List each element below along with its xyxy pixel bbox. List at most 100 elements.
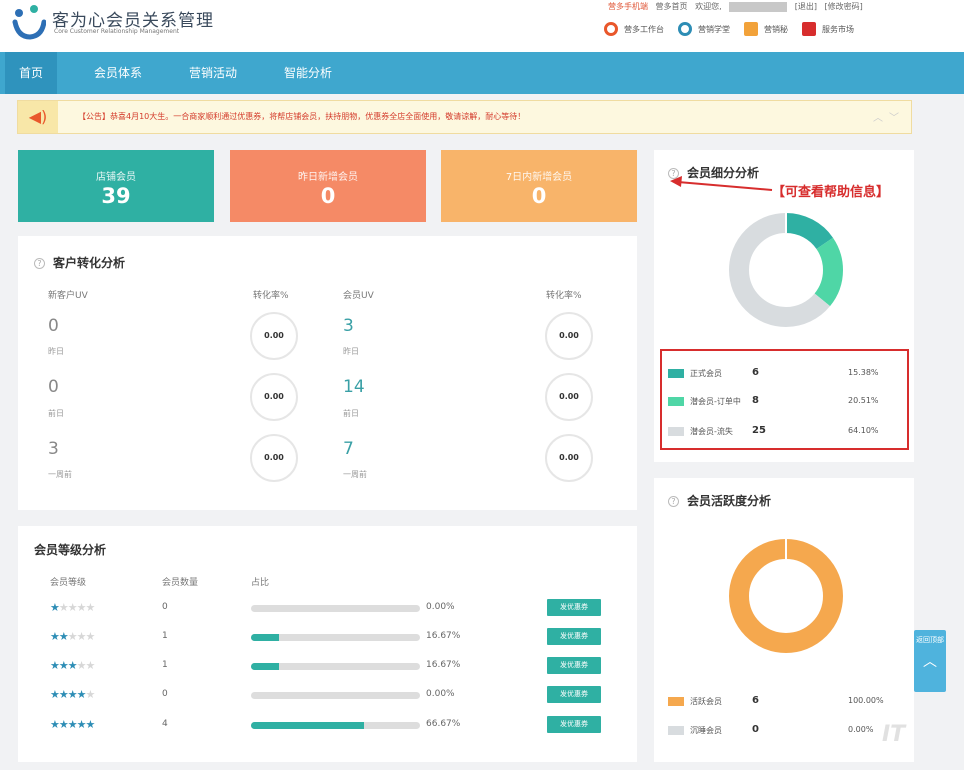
activity-panel: ? 会员活跃度分析 活跃会员 6 100.00% 沉睡会员 0 0.00% [654, 478, 914, 762]
star-rating-icon: ★★★★★ [50, 718, 95, 731]
stat-label: 昨日新增会员 [298, 172, 358, 183]
notice-text: 【公告】恭喜4月10大生。一合商家顺利通过优惠券，将帮店铺会员，扶持朋物，优惠券… [78, 112, 526, 121]
change-password-link[interactable]: [修改密码] [825, 2, 863, 11]
nav-analysis[interactable]: 智能分析 [270, 52, 346, 94]
nav-marketing[interactable]: 营销活动 [175, 52, 251, 94]
level-percent: 0.00% [426, 602, 455, 612]
member-rate-circle: 0.00 [545, 312, 593, 360]
tool-secretary-label: 营销秘 [764, 24, 788, 34]
star-rating-icon: ★★★★★ [50, 688, 95, 701]
brand-subtitle: Core Customer Relationship Management [54, 28, 180, 35]
send-coupon-button[interactable]: 发优惠券 [547, 599, 601, 616]
stat-card-members[interactable]: 店铺会员 39 [18, 150, 214, 222]
highlight-box [660, 349, 909, 450]
member-rate-circle: 0.00 [545, 373, 593, 421]
tool-school[interactable]: 营销学堂 [678, 22, 730, 36]
stat-value: 0 [531, 184, 547, 208]
send-coupon-button[interactable]: 发优惠券 [547, 686, 601, 703]
new-rate-circle: 0.00 [250, 373, 298, 421]
tool-market-label: 服务市场 [822, 24, 854, 34]
legend-name: 活跃会员 [690, 697, 722, 706]
stat-label: 店铺会员 [96, 172, 136, 183]
level-panel: 会员等级分析 会员等级 会员数量 占比 ★★★★★ 0 0.00% 发优惠券 ★… [18, 526, 637, 762]
back-to-top-button[interactable]: 返回顶部 ︿ [914, 630, 946, 692]
legend-swatch [668, 697, 684, 706]
level-bar [251, 663, 420, 670]
legend-name: 沉睡会员 [690, 726, 722, 735]
home-link[interactable]: 营多首页 [656, 2, 688, 11]
legend-percent: 0.00% [848, 725, 874, 734]
conversion-title: ? 客户转化分析 [34, 254, 125, 271]
level-percent: 16.67% [426, 660, 461, 670]
send-coupon-button[interactable]: 发优惠券 [547, 628, 601, 645]
level-bar-fill [251, 663, 280, 670]
level-percent: 0.00% [426, 689, 455, 699]
brand-logo-icon [12, 5, 46, 40]
conversion-title-text: 客户转化分析 [53, 256, 126, 270]
main-nav: 首页 会员体系 营销活动 智能分析 [0, 52, 964, 94]
username-masked [729, 1, 788, 12]
send-coupon-button[interactable]: 发优惠券 [547, 657, 601, 674]
level-bar-fill [251, 722, 364, 729]
new-rate-circle: 0.00 [250, 312, 298, 360]
workbench-icon [604, 22, 618, 36]
stat-card-week-new[interactable]: 7日内新增会员 0 [441, 150, 637, 222]
level-count: 1 [162, 660, 168, 670]
new-uv-period: 一周前 [48, 470, 72, 479]
member-uv-period: 一周前 [343, 470, 367, 479]
level-row: ★★★★★ 0 0.00% 发优惠券 [18, 599, 638, 619]
stat-value: 39 [101, 184, 131, 208]
member-uv-header: 会员UV [343, 291, 374, 301]
count-header: 会员数量 [162, 578, 199, 588]
level-percent: 66.67% [426, 719, 461, 729]
new-rate-circle: 0.00 [250, 434, 298, 482]
tool-market[interactable]: 服务市场 [802, 22, 854, 36]
star-rating-icon: ★★★★★ [50, 601, 95, 614]
help-annotation: 【可查看帮助信息】 [772, 185, 890, 200]
watermark: IT [882, 722, 906, 747]
legend-count: 0 [752, 724, 759, 735]
level-bar [251, 634, 420, 641]
tool-workbench[interactable]: 营多工作台 [604, 22, 664, 36]
back-to-top-label: 返回顶部 [916, 636, 944, 644]
chevron-up-icon: ︿ [923, 654, 937, 670]
new-uv-header: 新客户UV [48, 291, 88, 301]
help-icon[interactable]: ? [34, 258, 45, 269]
level-title: 会员等级分析 [34, 543, 107, 557]
level-bar [251, 722, 420, 729]
top-links: 营多手机端 营多首页 欢迎您, [退出] [修改密码] [608, 1, 868, 12]
level-row: ★★★★★ 1 16.67% 发优惠券 [18, 628, 638, 648]
tool-workbench-label: 营多工作台 [624, 24, 664, 34]
new-uv-value: 3 [48, 439, 59, 459]
activity-title-text: 会员活跃度分析 [687, 494, 772, 508]
market-icon [802, 22, 816, 36]
activity-legend-row: 活跃会员 6 100.00% [668, 694, 900, 710]
conversion-panel: ? 客户转化分析 新客户UV 转化率% 会员UV 转化率% 0 昨日 0.00 0… [18, 236, 637, 510]
welcome-text: 欢迎您, [695, 2, 722, 11]
member-rate-circle: 0.00 [545, 434, 593, 482]
help-icon[interactable]: ? [668, 496, 679, 507]
level-count: 0 [162, 689, 168, 699]
member-rate-header: 转化率% [546, 291, 582, 301]
new-uv-value: 0 [48, 316, 59, 336]
member-uv-value: 14 [343, 377, 365, 397]
member-uv-period: 昨日 [343, 347, 359, 356]
stat-card-yesterday-new[interactable]: 昨日新增会员 0 [230, 150, 426, 222]
send-coupon-button[interactable]: 发优惠券 [547, 716, 601, 733]
logout-link[interactable]: [退出] [795, 2, 817, 11]
tool-school-label: 营销学堂 [698, 24, 730, 34]
nav-home[interactable]: 首页 [5, 52, 58, 94]
member-uv-value: 3 [343, 316, 354, 336]
level-bar-fill [251, 634, 280, 641]
notice-arrows[interactable]: ︿﹀ [873, 109, 905, 124]
tool-secretary[interactable]: 营销秘 [744, 22, 788, 36]
speaker-icon: ◀) [18, 101, 58, 133]
level-count: 4 [162, 719, 168, 729]
level-row: ★★★★★ 4 66.67% 发优惠券 [18, 716, 638, 736]
level-count: 0 [162, 602, 168, 612]
nav-member-system[interactable]: 会员体系 [80, 52, 156, 94]
level-row: ★★★★★ 0 0.00% 发优惠券 [18, 686, 638, 706]
legend-swatch [668, 726, 684, 735]
mobile-link[interactable]: 营多手机端 [608, 2, 648, 11]
header: 客为心会员关系管理 Core Customer Relationship Man… [0, 0, 964, 52]
